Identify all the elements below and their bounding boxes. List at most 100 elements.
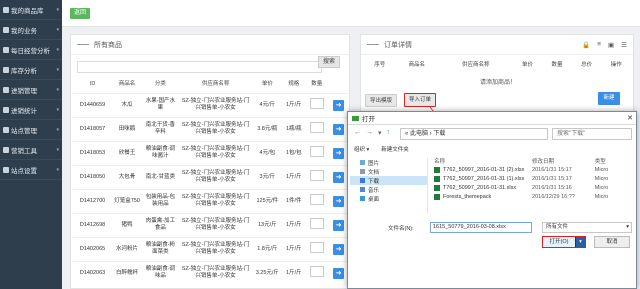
cell-qty [305,188,329,213]
quantity-input[interactable] [309,218,324,229]
up-arrow-icon[interactable]: ↑ [387,129,391,137]
cancel-button[interactable]: 取消 [594,236,630,248]
nav-arrows: ← → ▾ ↑ [354,129,390,137]
table-row: D1418050 大包骨 南北-甘蓝类 SZ-独立-门兴农业服务站-门兴销售单-小农女… [73,164,349,189]
folder-icon [360,169,365,174]
quantity-input[interactable] [309,194,324,205]
col-name[interactable]: 名称 [434,157,532,165]
cell-qty [305,212,329,237]
file-row[interactable]: T762_50997_2016-01-31 (1).xlsx 2016/1/31 … [434,174,634,183]
chevron-down-icon: ▾ [56,26,59,33]
sidebar-item[interactable]: 进销管理 ▾ [0,80,62,100]
chevron-down-icon: ▾ [56,106,59,113]
tree-item[interactable]: 下载 [350,176,427,185]
file-type: Micro [594,193,609,200]
cell-spec: 1斤/斤 [282,260,306,285]
tree-item[interactable]: 图片 [350,158,427,167]
cell-price: 4元/斤 [252,92,283,117]
menu-item-icon [3,166,9,173]
quantity-input[interactable] [309,266,324,278]
column-header: 商品名 [118,81,136,88]
tree-item[interactable]: 音乐 [350,185,427,194]
file-row[interactable]: T762_50997_2016-01-31.xlsx 2016/1/31 15:1… [434,183,634,192]
open-file-dialog: 打开 ✕ ← → ▾ ↑ « 此电脑 › 下载 搜索"下载" 组织 ▾ 新建文件… [347,111,637,289]
organize-menu[interactable]: 组织 ▾ [354,145,369,153]
add-arrow-icon[interactable]: ➜ [333,267,345,279]
cell-price: 125元/件 [252,188,283,213]
filetype-select[interactable]: 所有文件 ▾ [542,222,632,233]
menu-icon[interactable]: ☰ [621,41,627,49]
order-column-header: 操作 [610,62,622,68]
quantity-input[interactable] [309,98,324,109]
new-order-button[interactable]: 新建 [598,92,620,105]
sidebar-item[interactable]: 每日经营分析 ▾ [0,40,62,60]
back-button[interactable]: 返回 [70,8,90,19]
chevron-down-icon: ▾ [56,166,59,173]
quantity-input[interactable] [309,146,324,157]
excel-file-icon [434,175,440,182]
cell-price: 1.8元/斤 [252,236,283,261]
col-date[interactable]: 修改日期 [532,157,595,165]
chevron-down-icon: ▾ [56,66,59,73]
add-arrow-icon[interactable]: ➜ [333,219,345,231]
sidebar-item[interactable]: 站点设置 ▾ [0,160,62,180]
cell-supplier: SZ-独立-门兴农业服务站-门兴销售单-小农女 [178,116,253,141]
dialog-search-input[interactable]: 搜索"下载" [552,128,632,140]
cell-qty [305,92,329,117]
cell-price: 3.8元/瓶 [252,116,283,141]
file-row[interactable]: T762_50997_2016-01-31 (2).xlsx 2016/1/31 … [434,165,634,174]
search-button[interactable]: 搜索 [318,56,340,68]
col-type[interactable]: 类型 [595,157,634,165]
quantity-input[interactable] [309,242,324,253]
lock-icon[interactable]: 🔒 [582,41,590,49]
cell-action: ➜ [328,188,349,213]
cell-supplier: SZ-独立-门兴农业服务站-门兴销售单-小农女 [178,236,253,261]
sidebar-item[interactable]: 进销统计 ▾ [0,100,62,120]
export-template-button[interactable]: 导出模版 [365,94,397,107]
sidebar-item[interactable]: 站点管理 ▾ [0,120,62,140]
file-name: Forests_themepack [443,193,492,200]
quantity-input[interactable] [309,170,324,181]
cell-action: ➜ [328,116,349,141]
filename-input[interactable]: 1615_50779_2016-03-08.xlsx [430,222,532,233]
cell-action: ➜ [328,260,349,285]
add-arrow-icon[interactable]: ➜ [333,195,345,207]
list-icon[interactable]: ≡ [597,41,601,49]
recent-dropdown-icon[interactable]: ▾ [378,129,382,137]
order-column-header: 商品名 [408,62,425,68]
folder-icon [352,115,359,121]
chevron-down-icon: ▾ [56,6,59,13]
open-button[interactable]: 打开(O) ▾ [542,236,586,248]
quantity-input[interactable] [309,122,324,133]
add-arrow-icon[interactable]: ➜ [333,99,345,111]
cell-name: 大包骨 [112,164,142,189]
back-arrow-icon[interactable]: ← [354,129,361,137]
sidebar-item[interactable]: 库存分析 ▾ [0,60,62,80]
cell-category: 肉蛋禽-加工食品 [141,212,179,237]
address-bar[interactable]: « 此电脑 › 下载 [400,128,548,140]
add-arrow-icon[interactable]: ➜ [333,123,345,135]
close-icon[interactable]: ✕ [627,114,633,122]
add-arrow-icon[interactable]: ➜ [333,147,345,159]
product-search-input[interactable] [77,61,322,73]
column-header: 规格 [288,81,300,88]
sidebar-item[interactable]: 我的业务 ▾ [0,20,62,40]
tree-item[interactable]: 文档 [350,167,427,176]
add-arrow-icon[interactable]: ➜ [333,171,345,183]
cell-id: D1418053 [73,140,113,165]
sidebar-item[interactable]: 我的商品库 ▾ [0,0,62,20]
cell-spec: 1瓶/瓶 [282,116,306,141]
cell-supplier: SZ-独立-门兴农业服务站-门兴销售单-小农女 [178,212,253,237]
forward-arrow-icon[interactable]: → [366,129,373,137]
add-arrow-icon[interactable]: ➜ [333,243,345,255]
import-order-button[interactable]: 导入订单 [404,93,436,107]
sidebar-item-label: 进销统计 [11,107,37,115]
tree-item[interactable]: 桌面 [350,194,427,203]
sidebar-item[interactable]: 营销工具 ▾ [0,140,62,160]
cart-icon[interactable]: ▣ [608,41,614,49]
dialog-title: 打开 [362,116,375,123]
table-row: D1412698 猪鸭 肉蛋禽-加工食品 SZ-独立-门兴农业服务站-门兴销售单-小农… [73,212,349,237]
open-dropdown-icon[interactable]: ▾ [575,237,585,247]
new-folder-button[interactable]: 新建文件夹 [381,145,409,153]
file-row[interactable]: Forests_themepack 2016/12/29 16:?? Micro [434,192,634,201]
